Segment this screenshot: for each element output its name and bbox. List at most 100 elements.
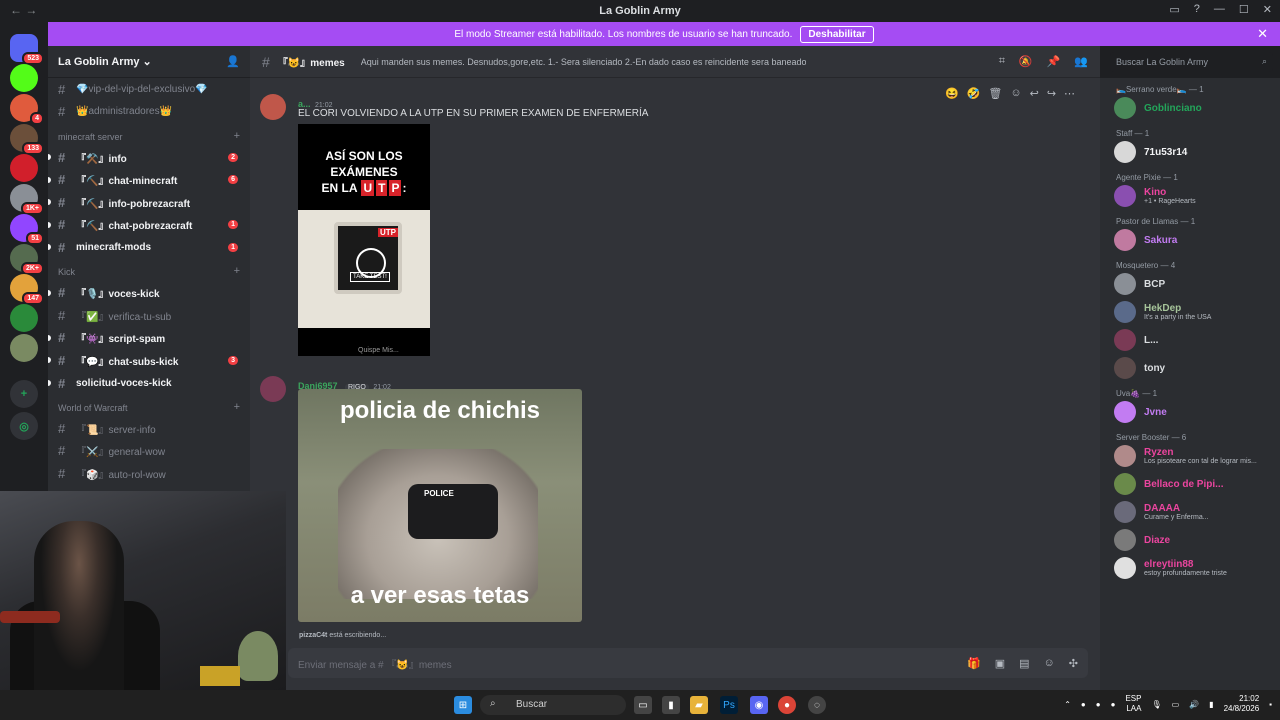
channel-item[interactable]: # 👑administradores👑	[48, 101, 250, 124]
reply-icon[interactable]: ↩	[1030, 87, 1039, 100]
search-input[interactable]: Buscar La Goblin Army ⌕	[1110, 52, 1273, 72]
meme-image-utp[interactable]: ASÍ SON LOS EXÁMENES EN LA UTP: UTP TAKE…	[298, 124, 430, 356]
channel-item[interactable]: # 『⛏️』info-pobrezacraft	[48, 191, 250, 214]
battery-icon[interactable]: ▮	[1209, 700, 1213, 709]
server-icon[interactable]	[10, 154, 38, 182]
guild-header[interactable]: La Goblin Army ⌄ 👤	[48, 46, 250, 78]
file-explorer-icon[interactable]: ▰	[690, 696, 708, 714]
add-channel-icon[interactable]: +	[234, 265, 240, 277]
tray-app-icon[interactable]: ●	[1081, 700, 1086, 709]
task-view-icon[interactable]: ▭	[634, 696, 652, 714]
chevron-up-icon[interactable]: ⌃	[1064, 700, 1071, 709]
meme-image-bunny[interactable]: POLICE policia de chichis a ver esas tet…	[298, 389, 582, 622]
reaction-emoji-icon[interactable]: 🤣	[967, 87, 981, 100]
gift-icon[interactable]: 🎁	[967, 657, 981, 670]
channel-item[interactable]: # solicitud-voces-kick	[48, 372, 250, 395]
close-window-icon[interactable]: ✕	[1263, 3, 1272, 16]
server-icon[interactable]: 51	[10, 214, 44, 245]
add-channel-icon[interactable]: +	[234, 130, 240, 142]
server-icon[interactable]: 1K+	[10, 184, 44, 215]
minimize-icon[interactable]: —	[1214, 3, 1225, 16]
add-channel-icon[interactable]: +	[234, 401, 240, 413]
help-icon[interactable]: ?	[1194, 3, 1200, 16]
server-icon[interactable]	[10, 304, 38, 332]
add-reaction-icon[interactable]: ☺	[1010, 87, 1021, 99]
reaction-emoji-icon[interactable]: 😆	[945, 87, 959, 100]
server-icon[interactable]: 133	[10, 124, 44, 155]
reaction-emoji-icon[interactable]: 🗑	[988, 87, 1002, 100]
message-composer[interactable]: Enviar mensaje a # 『😺』memes 🎁 ▣ ▤ ☺ ✣	[288, 648, 1088, 678]
member-item[interactable]: HekDep It's a party in the USA	[1100, 298, 1280, 326]
member-item[interactable]: elreytiin88 estoy profundamente triste	[1100, 554, 1280, 582]
avatar[interactable]	[260, 94, 286, 120]
app-icon[interactable]: ▮	[662, 696, 680, 714]
more-icon[interactable]: ⋯	[1064, 87, 1075, 100]
channel-item[interactable]: # 『🎲』auto-rol-wow	[48, 462, 250, 485]
member-item[interactable]: Bellaco de Pipi...	[1100, 470, 1280, 498]
channel-item[interactable]: # 『⛏️』chat-pobrezacraft 1	[48, 214, 250, 237]
members-icon[interactable]: 👥	[1074, 55, 1088, 68]
member-item[interactable]: Diaze	[1100, 526, 1280, 554]
app-icon[interactable]: ◌	[808, 696, 826, 714]
member-item[interactable]: DAAAA Curame y Enferma...	[1100, 498, 1280, 526]
inbox-icon[interactable]: ▭	[1169, 3, 1179, 16]
add-user-icon[interactable]: 👤	[226, 55, 240, 68]
windows-start-icon[interactable]: ⊞	[454, 696, 472, 714]
channel-category[interactable]: World of Warcraft +	[48, 394, 250, 417]
forward-icon[interactable]: ↪	[1047, 87, 1056, 100]
close-banner-icon[interactable]: ✕	[1257, 26, 1268, 42]
clock[interactable]: 21:02 24/8/2026	[1224, 694, 1260, 714]
channel-item[interactable]: # 『⛏️』chat-minecraft 6	[48, 168, 250, 191]
threads-icon[interactable]: ⌗	[999, 55, 1005, 68]
member-item[interactable]: 71u53r14	[1100, 138, 1280, 166]
channel-category[interactable]: Kick +	[48, 259, 250, 282]
channel-item[interactable]: # minecraft-mods 1	[48, 236, 250, 259]
channel-item[interactable]: # 💎vip-del-vip-del-exclusivo💎	[48, 78, 250, 101]
server-icon[interactable]	[10, 334, 38, 362]
channel-item[interactable]: # 『📜』server-info	[48, 417, 250, 440]
server-icon[interactable]: 147	[10, 274, 44, 305]
member-item[interactable]: Jvne	[1100, 398, 1280, 426]
mute-bell-icon[interactable]: 🔕	[1019, 55, 1033, 68]
sticker-icon[interactable]: ▤	[1019, 657, 1029, 670]
gif-icon[interactable]: ▣	[995, 657, 1005, 670]
emoji-icon[interactable]: ☺	[1044, 657, 1055, 670]
photoshop-icon[interactable]: Ps	[720, 696, 738, 714]
explore-servers-icon[interactable]: ◎	[10, 412, 38, 440]
channel-item[interactable]: # 『💬』chat-subs-kick 3	[48, 349, 250, 372]
language-indicator[interactable]: ESP LAA	[1125, 694, 1141, 714]
server-icon[interactable]: 2K+	[10, 244, 44, 275]
channel-item[interactable]: # 『⚒️』info 2	[48, 146, 250, 169]
member-item[interactable]: Sakura	[1100, 226, 1280, 254]
chrome-icon[interactable]: ●	[778, 696, 796, 714]
discord-taskbar-icon[interactable]: ◉	[750, 696, 768, 714]
taskbar-search[interactable]: ⌕ Buscar	[480, 695, 626, 715]
member-item[interactable]: Goblinciano	[1100, 94, 1280, 122]
tray-app-icon[interactable]: ●	[1096, 700, 1101, 709]
channel-topic[interactable]: Aqui manden sus memes. Desnudos,gore,etc…	[361, 57, 807, 67]
pin-icon[interactable]: 📌	[1047, 55, 1061, 68]
tray-app-icon[interactable]: ●	[1111, 700, 1116, 709]
network-icon[interactable]: ▭	[1172, 700, 1180, 709]
notification-icon[interactable]: ▪	[1269, 700, 1272, 709]
member-item[interactable]: BCP	[1100, 270, 1280, 298]
server-icon[interactable]	[10, 64, 38, 92]
add-server-icon[interactable]: +	[10, 380, 38, 408]
volume-icon[interactable]: 🔊	[1189, 700, 1199, 709]
server-icon[interactable]: 4	[10, 94, 44, 125]
channel-item[interactable]: # 『✅』verifica-tu-sub	[48, 304, 250, 327]
member-item[interactable]: L...	[1100, 326, 1280, 354]
mic-icon[interactable]: 🎙	[1151, 700, 1161, 709]
channel-item[interactable]: # 『⚔️』general-wow	[48, 440, 250, 463]
member-item[interactable]: tony	[1100, 354, 1280, 382]
channel-category[interactable]: minecraft server +	[48, 123, 250, 146]
disable-streamer-button[interactable]: Deshabilitar	[800, 25, 874, 43]
member-item[interactable]: Ryzen Los pisoteare con tal de lograr mis…	[1100, 442, 1280, 470]
server-icon[interactable]: 523	[10, 34, 44, 65]
channel-item[interactable]: # 『👾』script-spam	[48, 327, 250, 350]
avatar[interactable]	[260, 376, 286, 402]
apps-icon[interactable]: ✣	[1069, 657, 1078, 670]
channel-item[interactable]: # 『🎙️』voces-kick	[48, 281, 250, 304]
member-item[interactable]: Kino +1 • RageHearts	[1100, 182, 1280, 210]
maximize-icon[interactable]: ☐	[1239, 3, 1249, 16]
